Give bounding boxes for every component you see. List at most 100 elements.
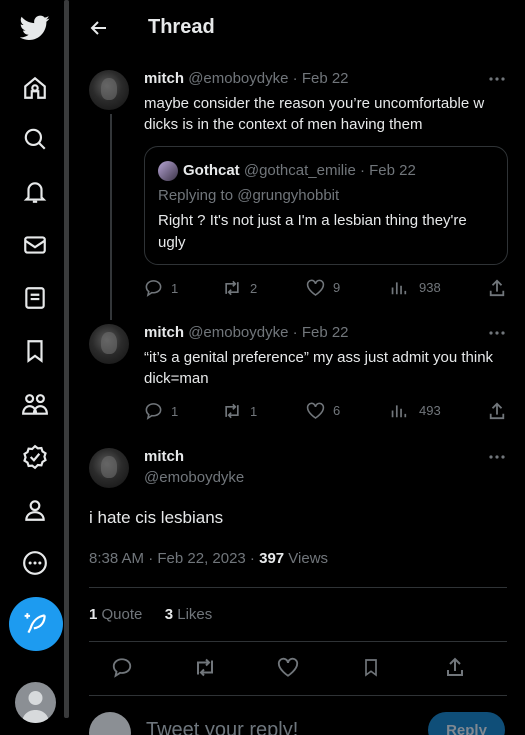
compose-tweet-button[interactable] <box>9 597 63 651</box>
author-handle[interactable]: @emoboydyke <box>188 324 288 341</box>
share-icon <box>488 279 506 297</box>
author-handle: @gothcat_emilie <box>243 162 356 179</box>
more-options-icon[interactable] <box>487 323 507 343</box>
avatar[interactable] <box>89 324 129 364</box>
reply-icon <box>144 279 163 297</box>
share-icon <box>488 402 506 420</box>
replying-to: Replying to @grungyhobbit <box>158 187 340 204</box>
arrow-left-icon[interactable] <box>89 18 109 38</box>
author-name: Gothcat <box>183 162 240 179</box>
tweet-actions: 1 2 9 938 <box>144 279 509 299</box>
bookmarks-icon[interactable] <box>17 333 53 369</box>
like-count: 6 <box>333 403 341 418</box>
views-count: 493 <box>419 403 441 418</box>
retweet-icon[interactable] <box>193 657 217 678</box>
reply-submit-button[interactable]: Reply <box>428 712 505 735</box>
tweet-text: “it’s a genital preference” my ass just … <box>144 349 494 387</box>
tweet-meta: 8:38 AM · Feb 22, 2023 · 397 Views <box>89 550 328 567</box>
author-name[interactable]: mitch <box>144 448 184 465</box>
quoted-tweet-text: Right ? It's not just a I'm a lesbian th… <box>158 212 467 251</box>
tweet-text: i hate cis lesbians <box>89 508 224 527</box>
reply-count: 1 <box>171 403 179 419</box>
tweet-header-handle: @emoboydyke <box>144 469 244 486</box>
separator-dot: · <box>292 70 298 87</box>
retweet-count: 1 <box>250 403 258 419</box>
communities-icon[interactable] <box>17 386 53 422</box>
retweet-icon <box>222 402 242 420</box>
more-icon[interactable] <box>17 545 53 581</box>
share-button[interactable] <box>488 279 506 297</box>
retweet-icon <box>222 279 242 297</box>
tweet-text: maybe consider the reason you’re uncomfo… <box>144 95 485 133</box>
separator-dot: · <box>292 324 298 341</box>
avatar[interactable] <box>89 448 129 488</box>
tweet-date[interactable]: Feb 22 <box>302 324 349 341</box>
likes-stat[interactable]: 3 Likes <box>165 606 213 623</box>
explore-icon[interactable] <box>17 121 53 157</box>
views-count: 938 <box>419 280 441 295</box>
avatar[interactable] <box>89 70 129 110</box>
bookmark-icon[interactable] <box>361 657 381 678</box>
share-button[interactable] <box>488 402 506 420</box>
lists-icon[interactable] <box>17 280 53 316</box>
reply-button[interactable]: 1 <box>144 279 178 297</box>
tweet-stats: 1 Quote 3 Likes <box>89 606 212 623</box>
tweet-header: mitch <box>144 448 184 465</box>
reply-input[interactable] <box>146 716 386 735</box>
like-button[interactable]: 9 <box>306 279 340 296</box>
views-count: 397 <box>259 550 285 567</box>
quotes-stat[interactable]: 1 Quote <box>89 606 142 623</box>
account-avatar[interactable] <box>15 682 56 723</box>
messages-icon[interactable] <box>17 227 53 263</box>
reply-button[interactable]: 1 <box>144 402 178 420</box>
author-name[interactable]: mitch <box>144 70 184 87</box>
tweet-header: mitch @emoboydyke · Feb 22 <box>144 324 349 341</box>
scrollbar[interactable] <box>64 0 69 718</box>
reply-icon[interactable] <box>111 657 133 678</box>
divider <box>89 587 507 588</box>
reply-icon <box>144 402 163 420</box>
more-options-icon[interactable] <box>487 447 507 467</box>
page-title: Thread <box>148 16 215 38</box>
divider <box>89 641 507 642</box>
analytics-icon <box>390 402 407 419</box>
views-button[interactable]: 938 <box>390 279 441 296</box>
tweet-date: Feb 22 <box>369 162 416 179</box>
thread-line <box>110 114 112 320</box>
retweet-count: 2 <box>250 280 258 296</box>
like-button[interactable]: 6 <box>306 402 340 419</box>
tweet-actions: 1 1 6 493 <box>144 402 509 422</box>
thread-column: Thread mitch @emoboydyke · Feb 22 maybe … <box>71 0 525 735</box>
quoted-tweet[interactable]: Gothcat @gothcat_emilie · Feb 22 Replyin… <box>144 146 508 265</box>
like-count: 9 <box>333 280 341 295</box>
divider <box>89 695 507 696</box>
tweet-header: mitch @emoboydyke · Feb 22 <box>144 70 349 87</box>
quoted-tweet-header: Gothcat @gothcat_emilie · Feb 22 <box>183 162 416 179</box>
tweet-timestamp[interactable]: 8:38 AM · Feb 22, 2023 · <box>89 550 259 567</box>
more-options-icon[interactable] <box>487 69 507 89</box>
compose-feather-icon <box>23 611 49 637</box>
heart-icon <box>306 402 325 419</box>
author-handle[interactable]: @emoboydyke <box>188 70 288 87</box>
views-button[interactable]: 493 <box>390 402 441 419</box>
separator-dot: · <box>359 162 365 179</box>
heart-icon[interactable] <box>277 657 299 677</box>
reply-count: 1 <box>171 280 179 296</box>
tweet-date[interactable]: Feb 22 <box>302 70 349 87</box>
verified-icon[interactable] <box>17 439 53 475</box>
retweet-button[interactable]: 1 <box>222 402 257 420</box>
share-icon[interactable] <box>445 657 465 677</box>
avatar[interactable] <box>158 161 178 181</box>
notifications-icon[interactable] <box>17 174 53 210</box>
avatar <box>89 712 131 735</box>
tweet-actions <box>89 657 507 681</box>
home-icon[interactable] <box>17 70 53 106</box>
author-handle[interactable]: @emoboydyke <box>144 469 244 486</box>
views-label: Views <box>284 550 329 567</box>
profile-icon[interactable] <box>17 492 53 528</box>
sidebar-nav <box>0 0 70 735</box>
author-name[interactable]: mitch <box>144 324 184 341</box>
page-header: Thread <box>71 0 525 56</box>
retweet-button[interactable]: 2 <box>222 279 257 297</box>
twitter-logo-icon[interactable] <box>17 10 53 46</box>
